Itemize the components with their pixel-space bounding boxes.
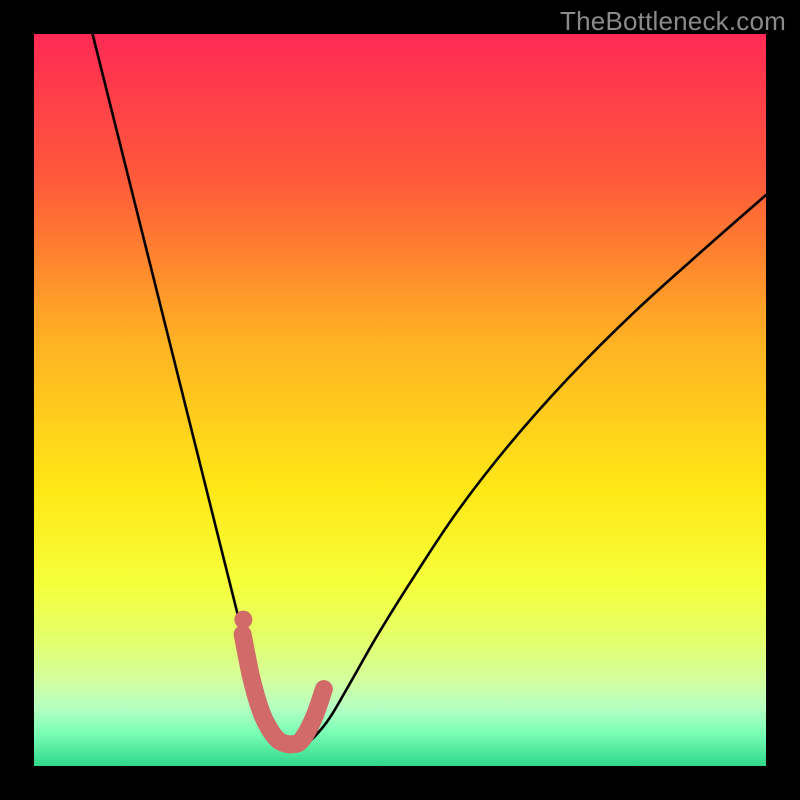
gradient-background (34, 34, 766, 766)
watermark-text: TheBottleneck.com (560, 6, 786, 37)
highlight-dot (234, 611, 252, 629)
chart-frame: TheBottleneck.com (0, 0, 800, 800)
plot-area (34, 34, 766, 766)
bottleneck-chart (34, 34, 766, 766)
